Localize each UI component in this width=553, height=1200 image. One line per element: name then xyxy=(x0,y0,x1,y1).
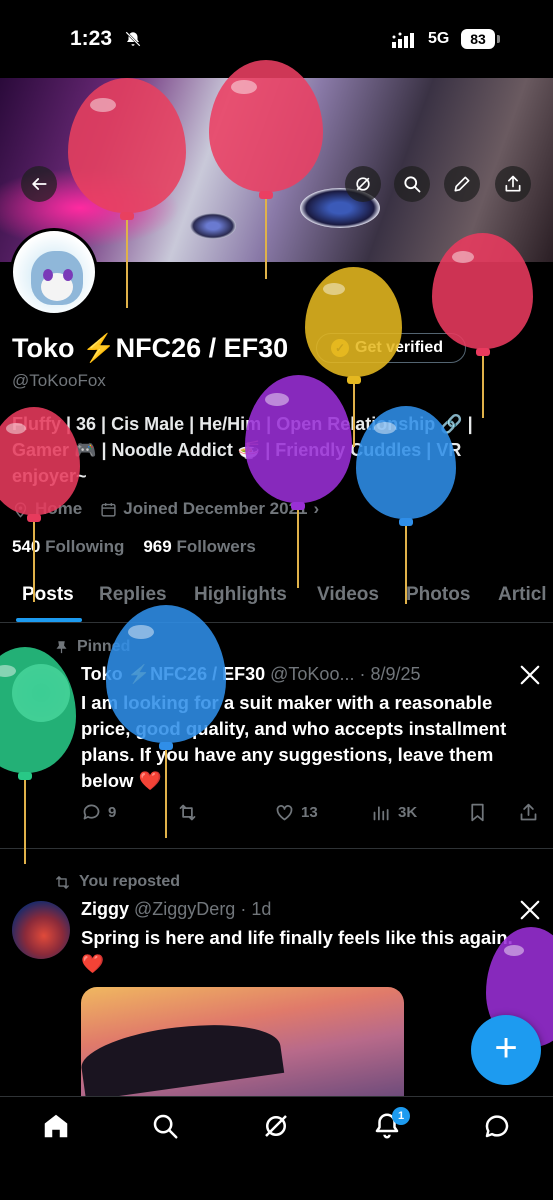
tab-articles[interactable]: Articl xyxy=(498,584,547,606)
tab-photos[interactable]: Photos xyxy=(406,584,470,606)
post-divider xyxy=(0,848,553,849)
chevron-right-icon: › xyxy=(313,499,320,518)
back-arrow-icon xyxy=(32,178,47,190)
nav-search[interactable] xyxy=(150,1111,180,1141)
x-logo-icon[interactable] xyxy=(519,899,541,921)
grok-button[interactable] xyxy=(345,166,381,202)
tab-replies[interactable]: Replies xyxy=(99,584,167,606)
avatar-fox-eye xyxy=(63,269,73,281)
followers-count: 969 xyxy=(143,537,172,556)
avatar-fox-eye xyxy=(43,269,53,281)
post-handle-date: @ToKoo... · 8/9/25 xyxy=(270,664,421,684)
compose-post-button[interactable]: + xyxy=(471,1015,541,1085)
joined-text: Joined December 2021 xyxy=(123,499,308,518)
following-link[interactable]: 540 Following xyxy=(12,537,124,556)
home-icon xyxy=(44,1114,68,1138)
post-author[interactable]: Ziggy xyxy=(81,899,129,919)
post-header: Ziggy @ZiggyDerg · 1d xyxy=(81,899,271,920)
repost-button[interactable] xyxy=(177,802,198,823)
battery-tip xyxy=(497,35,500,43)
active-tab-indicator xyxy=(16,618,82,622)
views-button[interactable]: 3K xyxy=(371,802,417,823)
follow-stats: 540 Following 969 Followers xyxy=(12,537,256,557)
messages-icon xyxy=(485,1115,509,1138)
bookmark-icon xyxy=(471,803,484,822)
reply-button[interactable]: 9 xyxy=(81,802,116,823)
edit-icon xyxy=(454,176,470,192)
profile-avatar[interactable] xyxy=(10,228,98,316)
like-button[interactable]: 13 xyxy=(274,802,318,823)
x-logo-icon[interactable] xyxy=(519,664,541,686)
tab-highlights[interactable]: Highlights xyxy=(194,584,287,606)
post-handle-date: @ZiggyDerg · 1d xyxy=(134,899,272,919)
calendar-icon xyxy=(101,502,116,517)
nav-home[interactable] xyxy=(41,1111,71,1141)
followers-label: Followers xyxy=(176,537,256,556)
post-avatar[interactable] xyxy=(12,901,70,959)
like-count: 13 xyxy=(301,804,318,821)
status-time: 1:23 xyxy=(70,27,113,50)
grok-icon xyxy=(356,177,370,191)
bookmark-button[interactable] xyxy=(467,802,488,823)
repost-icon xyxy=(56,875,69,889)
pin-icon xyxy=(56,640,67,653)
signal-icon xyxy=(392,32,414,48)
post-actions: 9 13 3K xyxy=(81,802,541,826)
edit-profile-button[interactable] xyxy=(444,166,480,202)
repost-text: You reposted xyxy=(79,873,181,890)
views-icon xyxy=(373,806,389,821)
repost-icon xyxy=(179,804,196,821)
network-type: 5G xyxy=(428,30,450,47)
views-count: 3K xyxy=(398,804,418,821)
grok-icon xyxy=(265,1115,287,1137)
like-icon xyxy=(276,805,293,821)
back-button[interactable] xyxy=(21,166,57,202)
share-icon xyxy=(505,175,521,192)
search-icon xyxy=(404,176,421,193)
muted-bell-icon xyxy=(125,31,141,47)
following-count: 540 xyxy=(12,537,41,556)
reply-icon xyxy=(83,804,100,820)
reply-count: 9 xyxy=(108,804,117,821)
tab-videos[interactable]: Videos xyxy=(317,584,379,606)
repost-label: You reposted xyxy=(54,873,180,891)
share-post-button[interactable] xyxy=(518,802,539,823)
share-button[interactable] xyxy=(495,166,531,202)
profile-handle: @ToKooFox xyxy=(12,371,106,390)
nav-grok[interactable] xyxy=(261,1111,291,1141)
battery-level: 83 xyxy=(461,29,495,49)
profile-tabs: Posts Replies Highlights Videos Photos A… xyxy=(0,578,553,623)
search-icon xyxy=(153,1114,178,1139)
media-silhouette xyxy=(81,1013,285,1100)
tab-posts[interactable]: Posts xyxy=(22,584,74,606)
share-icon xyxy=(520,803,537,821)
banner-art-eye xyxy=(190,213,236,239)
bottom-navigation: 1 xyxy=(0,1096,553,1200)
nav-messages[interactable] xyxy=(482,1111,512,1141)
notifications-badge: 1 xyxy=(392,1107,410,1125)
post-media-image[interactable] xyxy=(81,987,404,1100)
search-button[interactable] xyxy=(394,166,430,202)
following-label: Following xyxy=(45,537,125,556)
followers-link[interactable]: 969 Followers xyxy=(143,537,255,556)
post-text: Spring is here and life finally feels li… xyxy=(81,927,513,974)
profile-name: Toko ⚡NFC26 / EF30 xyxy=(12,333,289,363)
